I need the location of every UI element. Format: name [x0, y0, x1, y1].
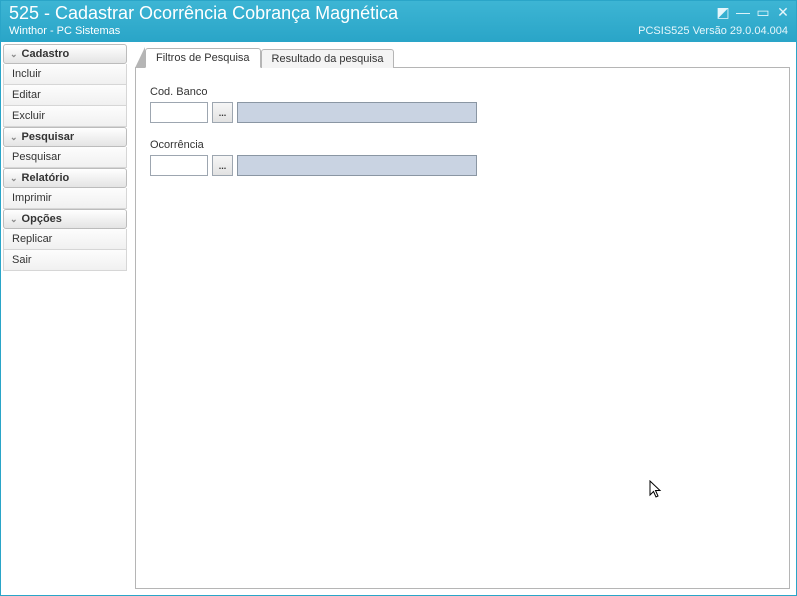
menu-editar[interactable]: Editar [3, 85, 127, 106]
row-ocorrencia: ... [150, 155, 775, 176]
window-controls: ◩ — ▭ ✕ [716, 5, 790, 19]
input-ocorrencia[interactable] [150, 155, 208, 176]
tab-strip: Filtros de Pesquisa Resultado da pesquis… [135, 46, 790, 68]
titlebar: 525 - Cadastrar Ocorrência Cobrança Magn… [1, 1, 796, 41]
menu-excluir[interactable]: Excluir [3, 106, 127, 127]
desc-cod-banco [237, 102, 477, 123]
label-ocorrencia: Ocorrência [150, 139, 775, 151]
close-icon[interactable]: ✕ [776, 5, 790, 19]
menu-incluir[interactable]: Incluir [3, 64, 127, 85]
group-header-pesquisar[interactable]: ⌄ Pesquisar [3, 127, 127, 147]
group-label: Relatório [22, 172, 70, 184]
menu-pesquisar[interactable]: Pesquisar [3, 147, 127, 168]
lookup-cod-banco[interactable]: ... [212, 102, 233, 123]
tab-filtros-pesquisa[interactable]: Filtros de Pesquisa [145, 48, 261, 68]
tab-panel-filtros: Cod. Banco ... Ocorrência ... [135, 68, 790, 589]
lookup-ocorrencia[interactable]: ... [212, 155, 233, 176]
menu-replicar[interactable]: Replicar [3, 229, 127, 250]
menu-sair[interactable]: Sair [3, 250, 127, 271]
group-header-relatorio[interactable]: ⌄ Relatório [3, 168, 127, 188]
menu-imprimir[interactable]: Imprimir [3, 188, 127, 209]
chevron-down-icon: ⌄ [10, 173, 18, 184]
row-cod-banco: ... [150, 102, 775, 123]
maximize-icon[interactable]: ▭ [756, 5, 770, 19]
group-header-opcoes[interactable]: ⌄ Opções [3, 209, 127, 229]
restore-icon[interactable]: ◩ [716, 5, 730, 19]
group-label: Cadastro [22, 48, 70, 60]
content-area: ⌄ Cadastro Incluir Editar Excluir ⌄ Pesq… [1, 41, 796, 595]
chevron-down-icon: ⌄ [10, 132, 18, 143]
main-panel: Filtros de Pesquisa Resultado da pesquis… [129, 42, 796, 595]
window-title: 525 - Cadastrar Ocorrência Cobrança Magn… [9, 3, 788, 24]
tab-resultado-pesquisa[interactable]: Resultado da pesquisa [261, 49, 395, 68]
group-header-cadastro[interactable]: ⌄ Cadastro [3, 44, 127, 64]
chevron-down-icon: ⌄ [10, 49, 18, 60]
group-label: Pesquisar [22, 131, 75, 143]
tab-decoration [135, 47, 145, 68]
minimize-icon[interactable]: — [736, 5, 750, 19]
sidebar: ⌄ Cadastro Incluir Editar Excluir ⌄ Pesq… [1, 42, 129, 595]
label-cod-banco: Cod. Banco [150, 86, 775, 98]
app-version: PCSIS525 Versão 29.0.04.004 [638, 25, 788, 37]
field-cod-banco: Cod. Banco ... [150, 86, 775, 123]
app-window: 525 - Cadastrar Ocorrência Cobrança Magn… [0, 0, 797, 596]
chevron-down-icon: ⌄ [10, 214, 18, 225]
input-cod-banco[interactable] [150, 102, 208, 123]
desc-ocorrencia [237, 155, 477, 176]
field-ocorrencia: Ocorrência ... [150, 139, 775, 176]
group-label: Opções [22, 213, 62, 225]
